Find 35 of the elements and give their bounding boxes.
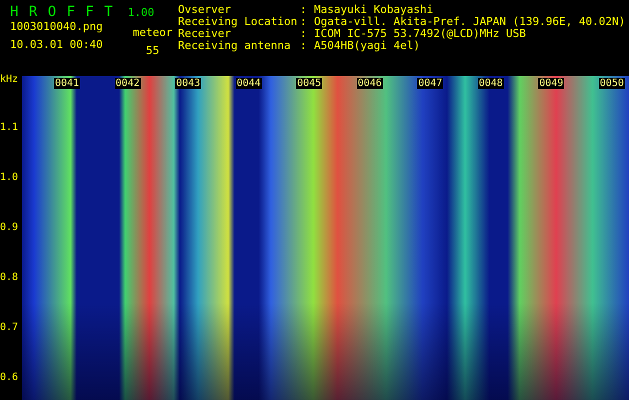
info-value: ICOM IC-575 53.7492(@LCD)MHz USB	[314, 28, 526, 40]
axis-tick-label: 1.0	[0, 172, 18, 184]
info-label: Receiving antenna	[178, 40, 292, 52]
axis-tick-label: 1.1	[0, 122, 18, 134]
axis-tick-label: 0.6	[0, 372, 18, 384]
axis-unit: kHz	[0, 74, 18, 85]
time-label: 0048	[478, 78, 504, 89]
info-label: Receiving Location	[178, 16, 298, 28]
time-label: 0045	[296, 78, 322, 89]
version-text: 1.00	[128, 6, 154, 19]
info-value: Ogata-vill. Akita-Pref. JAPAN (139.96E, 40.02N)	[314, 16, 626, 28]
info-label: Ovserver	[178, 4, 232, 16]
meteor-count: 55	[146, 44, 160, 57]
timestamp-text: 10.03.01 00:40	[10, 38, 103, 51]
time-label: 0047	[417, 78, 444, 89]
axis-tick-label: 0.9	[0, 222, 18, 234]
time-label: 0042	[114, 78, 141, 89]
info-label: Receiver	[178, 28, 231, 40]
time-label: 0046	[356, 78, 383, 89]
axis-tick-label: 0.8	[0, 272, 18, 284]
separator-text: :	[300, 4, 308, 16]
separator-text: :	[300, 40, 308, 52]
file-name: 1003010040.png	[10, 20, 103, 33]
app-title: H R O F F T	[10, 4, 114, 20]
separator-text: :	[300, 28, 308, 40]
count-label: meteor	[132, 26, 172, 39]
info-value: Masayuki Kobayashi	[314, 4, 434, 16]
time-label: 0050	[598, 78, 625, 89]
time-label: 0041	[54, 78, 80, 89]
time-label: 0044	[236, 78, 262, 89]
separator-text: :	[300, 16, 308, 28]
axis-tick-label: 0.7	[0, 322, 18, 334]
time-label: 0043	[175, 78, 202, 89]
info-value: A504HB(yagi 4el)	[314, 40, 420, 52]
time-label: 0049	[538, 78, 564, 89]
